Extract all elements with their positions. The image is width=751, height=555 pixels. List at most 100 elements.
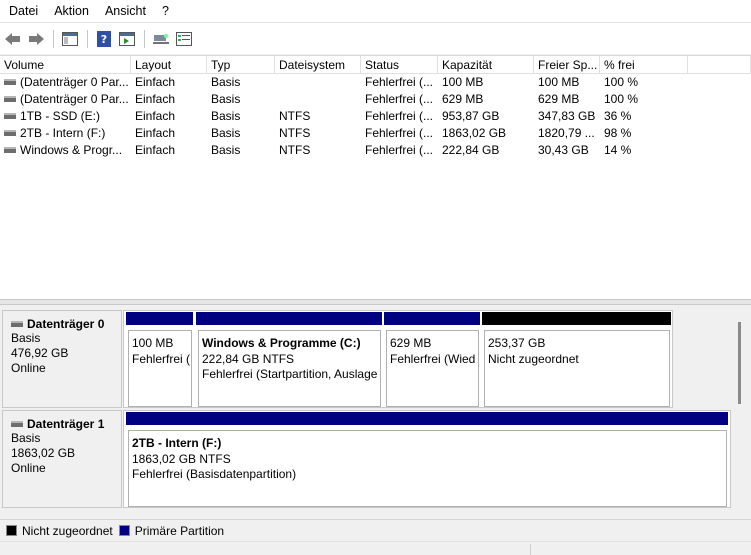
status-bar	[0, 541, 751, 555]
column-header-layout[interactable]: Layout	[131, 56, 207, 73]
column-header-extra[interactable]	[688, 56, 751, 73]
partition-bar	[125, 411, 729, 426]
partition-title: 2TB - Intern (F:)	[132, 436, 222, 450]
partition-title: Windows & Programme (C:)	[202, 336, 361, 350]
menu-ansicht[interactable]: Ansicht	[96, 0, 153, 22]
drive-icon	[4, 96, 16, 102]
menu-help[interactable]: ?	[153, 0, 176, 22]
cell-freier-speicher: 347,83 GB	[538, 109, 596, 123]
cell-typ: Basis	[211, 75, 241, 89]
console-tree-icon[interactable]	[60, 29, 80, 49]
disk-type: Basis	[11, 331, 41, 345]
cell-status: Fehlerfrei (...	[365, 92, 434, 106]
partition-windows-c[interactable]: Windows & Programme (C:) 222,84 GB NTFS …	[195, 311, 383, 407]
menu-datei[interactable]: Datei	[0, 0, 45, 22]
cell-prozent-frei: 98 %	[604, 126, 632, 140]
column-header-freier-speicher[interactable]: Freier Sp...	[534, 56, 600, 73]
cell-kapazitaet: 100 MB	[442, 75, 484, 89]
partition-intern-f[interactable]: 2TB - Intern (F:) 1863,02 GB NTFS Fehler…	[125, 411, 729, 507]
connect-icon[interactable]	[151, 29, 171, 49]
disk-state: Online	[11, 461, 46, 475]
legend-swatch	[118, 525, 130, 536]
cell-volume: 1TB - SSD (E:)	[20, 109, 101, 123]
partition-size: 222,84 GB NTFS	[202, 351, 295, 366]
partition-size: 253,37 GB	[488, 336, 546, 350]
cell-freier-speicher: 30,43 GB	[538, 143, 589, 157]
volume-list: Volume Layout Typ Dateisystem Status Kap…	[0, 55, 751, 299]
cell-volume: (Datenträger 0 Par...	[20, 75, 129, 89]
toolbar-separator	[144, 29, 145, 48]
cell-dateisystem: NTFS	[279, 109, 311, 123]
cell-freier-speicher: 1820,79 ...	[538, 126, 595, 140]
partition-bar	[481, 311, 672, 326]
help-icon[interactable]: ?	[94, 29, 114, 49]
cell-dateisystem: NTFS	[279, 143, 311, 157]
partition-bar	[383, 311, 481, 326]
table-row[interactable]: (Datenträger 0 Par... Einfach Basis Fehl…	[0, 74, 751, 91]
back-arrow-icon[interactable]	[3, 29, 23, 49]
partition-size: 1863,02 GB NTFS	[132, 451, 231, 466]
table-row[interactable]: 1TB - SSD (E:) Einfach Basis NTFS Fehler…	[0, 108, 751, 125]
properties-icon[interactable]	[174, 29, 194, 49]
partition-disk0-1[interactable]: 100 MB Fehlerfrei (	[125, 311, 194, 407]
partition-status: Fehlerfrei (Startpartition, Auslage	[202, 367, 378, 381]
legend: Nicht zugeordnet Primäre Partition	[0, 519, 751, 541]
cell-layout: Einfach	[135, 126, 176, 140]
cell-layout: Einfach	[135, 75, 176, 89]
disk-icon	[11, 321, 23, 327]
toolbar: ?	[0, 22, 751, 54]
cell-status: Fehlerfrei (...	[365, 126, 434, 140]
drive-icon	[4, 113, 16, 119]
partition-size: 629 MB	[390, 336, 432, 350]
drive-icon	[4, 130, 16, 136]
cell-volume: 2TB - Intern (F:)	[20, 126, 106, 140]
forward-arrow-icon[interactable]	[26, 29, 46, 49]
column-header-volume[interactable]: Volume	[0, 56, 131, 73]
legend-swatch	[6, 525, 17, 536]
cell-typ: Basis	[211, 126, 241, 140]
partition-status: Fehlerfrei (	[132, 351, 191, 366]
cell-layout: Einfach	[135, 143, 176, 157]
partition-unallocated[interactable]: 253,37 GB Nicht zugeordnet	[481, 311, 672, 407]
cell-typ: Basis	[211, 109, 241, 123]
legend-label: Primäre Partition	[134, 523, 225, 538]
table-row[interactable]: Windows & Progr... Einfach Basis NTFS Fe…	[0, 142, 751, 159]
disk-map: Datenträger 0 Basis 476,92 GB Online 100…	[0, 306, 751, 518]
action-pane-icon[interactable]	[117, 29, 137, 49]
column-header-typ[interactable]: Typ	[207, 56, 275, 73]
cell-status: Fehlerfrei (...	[365, 75, 434, 89]
legend-item-unallocated: Nicht zugeordnet	[6, 524, 113, 538]
column-header-dateisystem[interactable]: Dateisystem	[275, 56, 361, 73]
disk-name: Datenträger 0	[27, 317, 105, 331]
disk-state: Online	[11, 361, 46, 375]
drive-icon	[4, 147, 16, 153]
partition-disk0-3[interactable]: 629 MB Fehlerfrei (Wied	[383, 311, 481, 407]
column-header-status[interactable]: Status	[361, 56, 438, 73]
cell-dateisystem	[275, 74, 361, 91]
cell-dateisystem	[275, 91, 361, 108]
menu-aktion[interactable]: Aktion	[45, 0, 96, 22]
disk-1-label[interactable]: Datenträger 1 Basis 1863,02 GB Online	[2, 410, 122, 508]
disk-name: Datenträger 1	[27, 417, 105, 431]
table-row[interactable]: 2TB - Intern (F:) Einfach Basis NTFS Feh…	[0, 125, 751, 142]
cell-volume: Windows & Progr...	[20, 143, 123, 157]
vertical-scrollbar[interactable]	[738, 322, 741, 404]
drive-icon	[4, 79, 16, 85]
partition-bar	[125, 311, 194, 326]
partition-bar	[195, 311, 383, 326]
pane-splitter[interactable]	[0, 299, 751, 305]
cell-prozent-frei: 100 %	[604, 92, 639, 106]
list-header: Volume Layout Typ Dateisystem Status Kap…	[0, 56, 751, 74]
disk-1-partitions: 2TB - Intern (F:) 1863,02 GB NTFS Fehler…	[123, 410, 731, 508]
disk-type: Basis	[11, 431, 41, 445]
table-row[interactable]: (Datenträger 0 Par... Einfach Basis Fehl…	[0, 91, 751, 108]
cell-prozent-frei: 14 %	[604, 143, 632, 157]
cell-volume: (Datenträger 0 Par...	[20, 92, 129, 106]
cell-layout: Einfach	[135, 109, 176, 123]
disk-0-label[interactable]: Datenträger 0 Basis 476,92 GB Online	[2, 310, 122, 408]
toolbar-separator	[53, 29, 54, 48]
cell-kapazitaet: 1863,02 GB	[442, 126, 507, 140]
column-header-prozent-frei[interactable]: % frei	[600, 56, 688, 73]
cell-layout: Einfach	[135, 92, 176, 106]
column-header-kapazitaet[interactable]: Kapazität	[438, 56, 534, 73]
